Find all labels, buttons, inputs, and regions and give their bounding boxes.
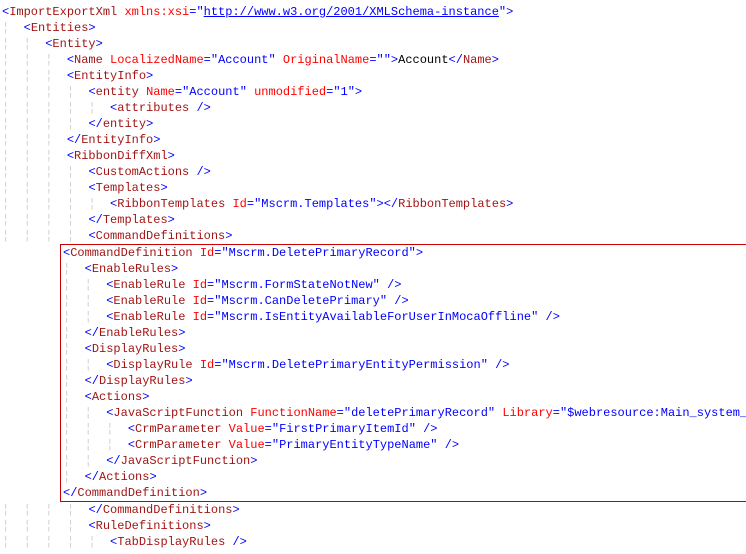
code-line: ¦ </DisplayRules> [63, 373, 746, 389]
code-line: ¦ ¦ ¦ ¦ ¦ <RibbonTemplates Id="Mscrm.Tem… [2, 196, 744, 212]
code-line: ¦ ¦ ¦ ¦ <CustomActions /> [2, 164, 744, 180]
code-line: ¦ ¦ ¦ ¦ </CommandDefinitions> [2, 502, 744, 518]
code-line: ¦ <Actions> [63, 389, 746, 405]
code-line: ¦ ¦ <EnableRule Id="Mscrm.FormStateNotNe… [63, 277, 746, 293]
code-line: ¦ ¦ ¦ ¦ <CommandDefinitions> [2, 228, 744, 244]
code-line: ¦ ¦ <Entity> [2, 36, 744, 52]
code-line: <CommandDefinition Id="Mscrm.DeletePrima… [63, 245, 746, 261]
code-line: ¦ </Actions> [63, 469, 746, 485]
code-line: ¦ ¦ ¦ ¦ </Templates> [2, 212, 744, 228]
code-line: ¦ <DisplayRules> [63, 341, 746, 357]
code-line: ¦ ¦ ¦ <CrmParameter Value="PrimaryEntity… [63, 437, 746, 453]
code-line: <ImportExportXml xmlns:xsi="http://www.w… [2, 4, 744, 20]
code-line: ¦ ¦ ¦ ¦ <entity Name="Account" unmodifie… [2, 84, 744, 100]
code-line: ¦ </EnableRules> [63, 325, 746, 341]
code-line: </CommandDefinition> [63, 485, 746, 501]
code-line: ¦ ¦ ¦ ¦ <RuleDefinitions> [2, 518, 744, 534]
code-line: ¦ ¦ ¦ ¦ ¦ <attributes /> [2, 100, 744, 116]
code-line: ¦ ¦ <JavaScriptFunction FunctionName="de… [63, 405, 746, 421]
code-line: ¦ ¦ ¦ ¦ </entity> [2, 116, 744, 132]
code-line: ¦ <Entities> [2, 20, 744, 36]
highlighted-region: <CommandDefinition Id="Mscrm.DeletePrima… [60, 244, 746, 502]
code-line: ¦ ¦ <EnableRule Id="Mscrm.IsEntityAvaila… [63, 309, 746, 325]
code-line: ¦ ¦ ¦ <Name LocalizedName="Account" Orig… [2, 52, 744, 68]
code-line: ¦ <EnableRules> [63, 261, 746, 277]
code-line: ¦ ¦ ¦ ¦ ¦ <TabDisplayRules /> [2, 534, 744, 550]
xml-schema-link[interactable]: http://www.w3.org/2001/XMLSchema-instanc… [204, 5, 499, 19]
code-line: ¦ ¦ <DisplayRule Id="Mscrm.DeletePrimary… [63, 357, 746, 373]
code-line: ¦ ¦ <EnableRule Id="Mscrm.CanDeletePrima… [63, 293, 746, 309]
code-line: ¦ ¦ ¦ <EntityInfo> [2, 68, 744, 84]
code-line: ¦ ¦ ¦ </EntityInfo> [2, 132, 744, 148]
code-line: ¦ ¦ ¦ ¦ <Templates> [2, 180, 744, 196]
code-line: ¦ ¦ </JavaScriptFunction> [63, 453, 746, 469]
xml-code-block: <ImportExportXml xmlns:xsi="http://www.w… [2, 4, 744, 550]
code-line: ¦ ¦ ¦ <RibbonDiffXml> [2, 148, 744, 164]
code-line: ¦ ¦ ¦ <CrmParameter Value="FirstPrimaryI… [63, 421, 746, 437]
